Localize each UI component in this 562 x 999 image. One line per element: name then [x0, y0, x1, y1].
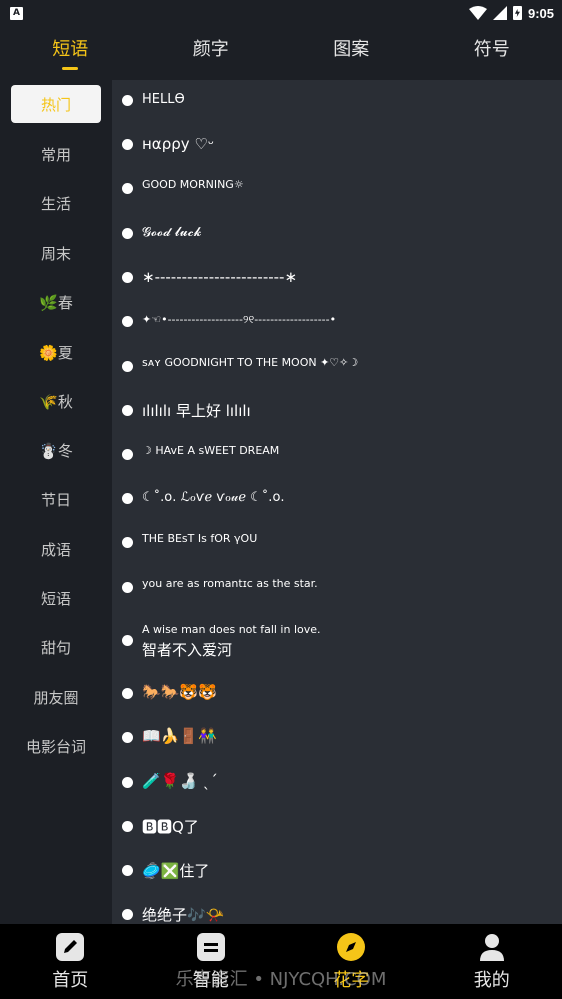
- list-item[interactable]: 🧪🌹🍶 ˎˊ: [112, 772, 562, 794]
- bullet-icon: [122, 537, 133, 548]
- nav-home[interactable]: 首页: [0, 924, 141, 999]
- sidebar-item-moments[interactable]: 朋友圈: [11, 678, 101, 716]
- bullet-icon: [122, 361, 133, 372]
- bullet-icon: [122, 449, 133, 460]
- list-item-text-line2: 智者不入爱河: [142, 641, 233, 659]
- list-item[interactable]: 📖🍌🚪👫: [112, 727, 562, 749]
- nav-profile-label: 我的: [473, 969, 510, 991]
- bullet-icon: [122, 228, 133, 239]
- bullet-icon: [122, 777, 133, 788]
- bullet-icon: [122, 139, 133, 150]
- bullet-icon: [122, 688, 133, 699]
- bullet-icon: [122, 909, 133, 920]
- top-tab-bar: 短语 颜字 图案 符号: [0, 26, 562, 78]
- nav-fancy-text[interactable]: 花字: [281, 924, 422, 999]
- nav-fancy-text-label: 花字: [333, 969, 370, 991]
- bullet-icon: [122, 316, 133, 327]
- list-item[interactable]: 🥏❎住了: [112, 860, 562, 882]
- sidebar-item-life[interactable]: 生活: [11, 184, 101, 222]
- list-item[interactable]: sᴀʏ GOODNIGHT TO THE MOON ✦♡✧☽: [112, 356, 562, 378]
- sidebar-item-movie-lines[interactable]: 电影台词: [11, 727, 101, 765]
- bullet-icon: [122, 493, 133, 504]
- list-item[interactable]: 🐎🐎🐯🐯: [112, 683, 562, 705]
- list-item[interactable]: THE BEsT Is fOR γOU: [112, 532, 562, 554]
- list-item[interactable]: 𝓖𝓸𝓸𝓭 𝓵𝓾𝓬𝓴: [112, 223, 562, 245]
- list-item[interactable]: ılılılı 早上好 lılılı: [112, 400, 562, 422]
- signal-icon: [492, 6, 507, 20]
- sidebar-item-festival[interactable]: 节日: [11, 480, 101, 518]
- sidebar-item-common[interactable]: 常用: [11, 135, 101, 173]
- nav-home-label: 首页: [52, 969, 89, 991]
- list-item[interactable]: 绝绝子🎶📯: [112, 904, 562, 924]
- status-bar: A 9:05: [0, 0, 562, 26]
- phrase-list: HELLѲ нαρρу ♡ᵕ GOOD MORNING☼ 𝓖𝓸𝓸𝓭 𝓵𝓾𝓬𝓴 ∗…: [112, 80, 562, 924]
- sidebar-item-hot[interactable]: 热门: [11, 85, 101, 123]
- compass-icon: [336, 932, 366, 962]
- tab-patterns[interactable]: 图案: [281, 26, 422, 78]
- list-icon: [196, 932, 226, 962]
- list-item[interactable]: GOOD MORNING☼: [112, 178, 562, 200]
- bullet-icon: [122, 183, 133, 194]
- sidebar-item-spring[interactable]: 🌿春: [11, 283, 101, 321]
- bullet-icon: [122, 272, 133, 283]
- list-item[interactable]: ∗------------------------∗: [112, 267, 562, 289]
- sidebar-item-short-phrase[interactable]: 短语: [11, 579, 101, 617]
- bullet-icon: [122, 732, 133, 743]
- status-time: 9:05: [527, 5, 554, 21]
- bullet-icon: [122, 405, 133, 416]
- list-item[interactable]: A wise man does not fall in love. 智者不入爱河: [112, 618, 562, 662]
- bottom-nav: 首页 智能 花字 我的: [0, 924, 562, 999]
- list-item[interactable]: ☽ HAvE A sWEET DREAM: [112, 444, 562, 466]
- pencil-icon: [55, 932, 85, 962]
- tab-symbols[interactable]: 符号: [422, 26, 562, 78]
- sidebar-item-summer[interactable]: 🌼夏: [11, 333, 101, 371]
- tab-phrases[interactable]: 短语: [0, 26, 141, 78]
- nav-smart[interactable]: 智能: [141, 924, 282, 999]
- list-item-text: A wise man does not fall in love.: [142, 623, 321, 636]
- list-item[interactable]: ☾˚.ᴏ. ℒℴѵℯ ѵℴ𝓊ℯ ☾˚.ᴏ.: [112, 488, 562, 510]
- sidebar-item-sweet[interactable]: 甜句: [11, 628, 101, 666]
- category-sidebar: 热门 常用 生活 周末 🌿春 🌼夏 🌾秋 ☃️冬 节日 成语 短语 甜句 朋友圈…: [0, 80, 112, 924]
- list-item[interactable]: 🅱🅱Q了: [112, 816, 562, 838]
- sidebar-item-idiom[interactable]: 成语: [11, 530, 101, 568]
- tab-kaomoji[interactable]: 颜字: [141, 26, 282, 78]
- bullet-icon: [122, 635, 133, 646]
- sidebar-item-weekend[interactable]: 周末: [11, 234, 101, 272]
- nav-profile[interactable]: 我的: [422, 924, 562, 999]
- notification-icon: A: [10, 6, 23, 20]
- user-icon: [477, 932, 507, 962]
- bullet-icon: [122, 582, 133, 593]
- sidebar-item-winter[interactable]: ☃️冬: [11, 431, 101, 469]
- list-item[interactable]: you are as romantɪc as the star.: [112, 577, 562, 599]
- list-item[interactable]: ✦☜•-------------------୨୧----------------…: [112, 311, 562, 333]
- bullet-icon: [122, 95, 133, 106]
- nav-smart-label: 智能: [192, 969, 229, 991]
- wifi-icon: [468, 6, 487, 20]
- sidebar-item-autumn[interactable]: 🌾秋: [11, 382, 101, 420]
- list-item[interactable]: HELLѲ: [112, 90, 562, 112]
- bullet-icon: [122, 865, 133, 876]
- bullet-icon: [122, 821, 133, 832]
- list-item[interactable]: нαρρу ♡ᵕ: [112, 134, 562, 156]
- battery-charging-icon: [512, 6, 522, 20]
